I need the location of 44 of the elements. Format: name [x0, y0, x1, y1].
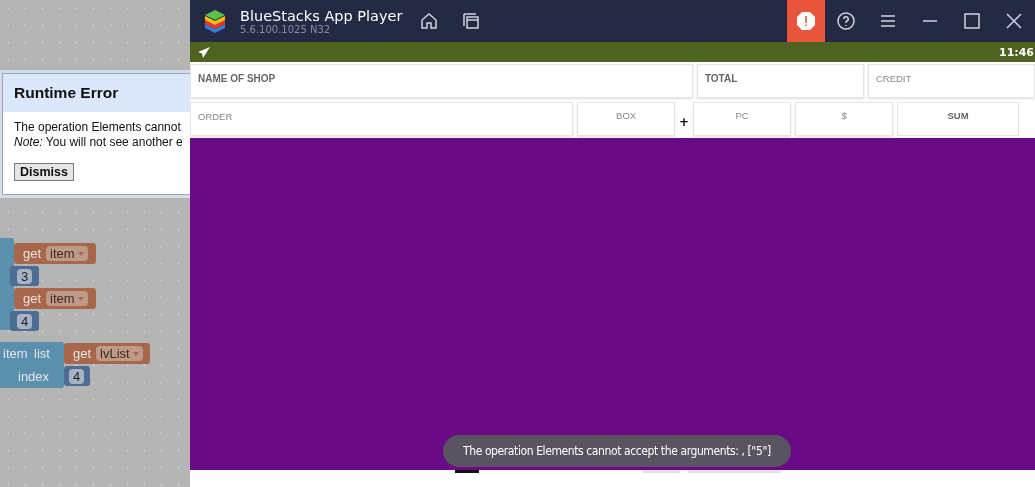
error-message: The operation Elements cannot: [14, 120, 181, 135]
dismiss-button[interactable]: Dismiss: [14, 163, 74, 181]
caret-icon: [77, 251, 84, 256]
plus-sign: +: [679, 114, 690, 129]
form-label: NAME OF SHOP: [198, 73, 276, 84]
toast-message: The operation Elements cannot accept the arguments: , ["5"]: [443, 435, 791, 467]
get-block[interactable]: get item: [14, 243, 96, 264]
select-list-block[interactable]: [0, 342, 64, 388]
variable-dropdown[interactable]: item: [46, 291, 88, 306]
block-label: index: [18, 369, 50, 384]
text-field[interactable]: CREDIT: [867, 64, 1035, 98]
variable-dropdown[interactable]: lvList: [96, 346, 143, 361]
window-title: BlueStacks App Player: [240, 7, 403, 24]
error-note: Note: You will not see another e: [14, 135, 183, 150]
caret-icon: [77, 296, 84, 301]
caret-icon: [132, 351, 139, 356]
get-block[interactable]: get item: [14, 288, 96, 309]
number-block[interactable]: 3: [10, 266, 39, 286]
form-label: TOTAL: [704, 73, 738, 84]
alert-icon: [796, 11, 816, 31]
block-label: item: [3, 346, 28, 361]
close-icon: [1004, 11, 1024, 31]
sum-button[interactable]: SUM: [897, 102, 1019, 136]
minimize-icon: [920, 19, 940, 23]
stacked-windows-icon: [461, 11, 482, 31]
text-field[interactable]: BOX: [577, 102, 676, 136]
stacked-layers-logo: [202, 8, 228, 34]
nav-handle: [455, 470, 479, 473]
text-field[interactable]: $: [795, 102, 894, 136]
maximize-icon: [962, 11, 982, 31]
number-block[interactable]: 4: [10, 311, 39, 331]
clock-text: 11:46: [999, 45, 1034, 59]
variable-dropdown[interactable]: item: [46, 246, 88, 261]
help-icon: [836, 11, 856, 31]
block-label: list: [34, 346, 50, 361]
alert-button[interactable]: [787, 0, 825, 42]
number-block[interactable]: 4: [64, 366, 90, 386]
text-field[interactable]: PC: [693, 102, 792, 136]
text-field[interactable]: ORDER: [190, 102, 574, 136]
version-text: 5.6.100.1025 N32: [240, 23, 331, 35]
dialog-title: Runtime Error: [14, 84, 119, 102]
get-block[interactable]: get lvList: [64, 343, 150, 364]
send-icon: [198, 46, 210, 58]
home-icon: [419, 11, 440, 31]
